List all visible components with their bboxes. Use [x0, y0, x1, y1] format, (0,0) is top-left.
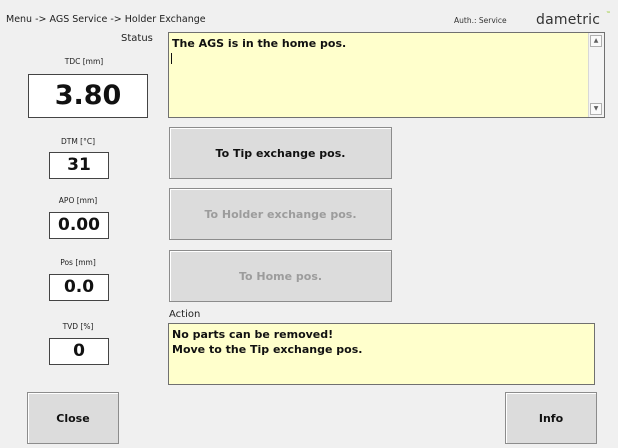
- info-button[interactable]: Info: [505, 392, 597, 444]
- scroll-up-arrow-icon[interactable]: ▲: [590, 35, 602, 47]
- holder-exchange-screen: Menu -> AGS Service -> Holder Exchange A…: [0, 0, 618, 448]
- pos-label: Pos [mm]: [60, 258, 96, 267]
- tdc-label: TDC [mm]: [64, 57, 104, 66]
- action-line-1: No parts can be removed!: [172, 328, 334, 341]
- dametric-logo: dametric: [536, 12, 601, 28]
- text-caret: [171, 53, 172, 64]
- breadcrumb: Menu -> AGS Service -> Holder Exchange: [6, 14, 206, 25]
- pos-readout: 0.0: [49, 274, 109, 301]
- to-tip-exchange-button[interactable]: To Tip exchange pos.: [169, 127, 392, 179]
- dtm-label: DTM [°C]: [60, 137, 96, 146]
- status-scrollbar[interactable]: ▲ ▼: [588, 33, 604, 117]
- tvd-label: TVD [%]: [62, 322, 94, 331]
- status-label: Status: [121, 33, 153, 44]
- status-textbox[interactable]: The AGS is in the home pos. ▲ ▼: [168, 32, 605, 118]
- auth-level-indicator: Auth.: Service: [454, 16, 507, 25]
- to-holder-exchange-button[interactable]: To Holder exchange pos.: [169, 188, 392, 240]
- apo-label: APO [mm]: [58, 196, 98, 205]
- action-text: No parts can be removed! Move to the Tip…: [172, 327, 362, 357]
- tdc-readout: 3.80: [28, 74, 148, 118]
- tvd-readout: 0: [49, 338, 109, 365]
- logo-trademark: ™: [606, 11, 611, 17]
- action-label: Action: [169, 309, 201, 320]
- action-textbox: No parts can be removed! Move to the Tip…: [168, 323, 595, 385]
- apo-readout: 0.00: [49, 212, 109, 239]
- status-text: The AGS is in the home pos.: [172, 37, 347, 50]
- to-home-button[interactable]: To Home pos.: [169, 250, 392, 302]
- action-line-2: Move to the Tip exchange pos.: [172, 343, 363, 356]
- close-button[interactable]: Close: [27, 392, 119, 444]
- dtm-readout: 31: [49, 152, 109, 179]
- scroll-down-arrow-icon[interactable]: ▼: [590, 103, 602, 115]
